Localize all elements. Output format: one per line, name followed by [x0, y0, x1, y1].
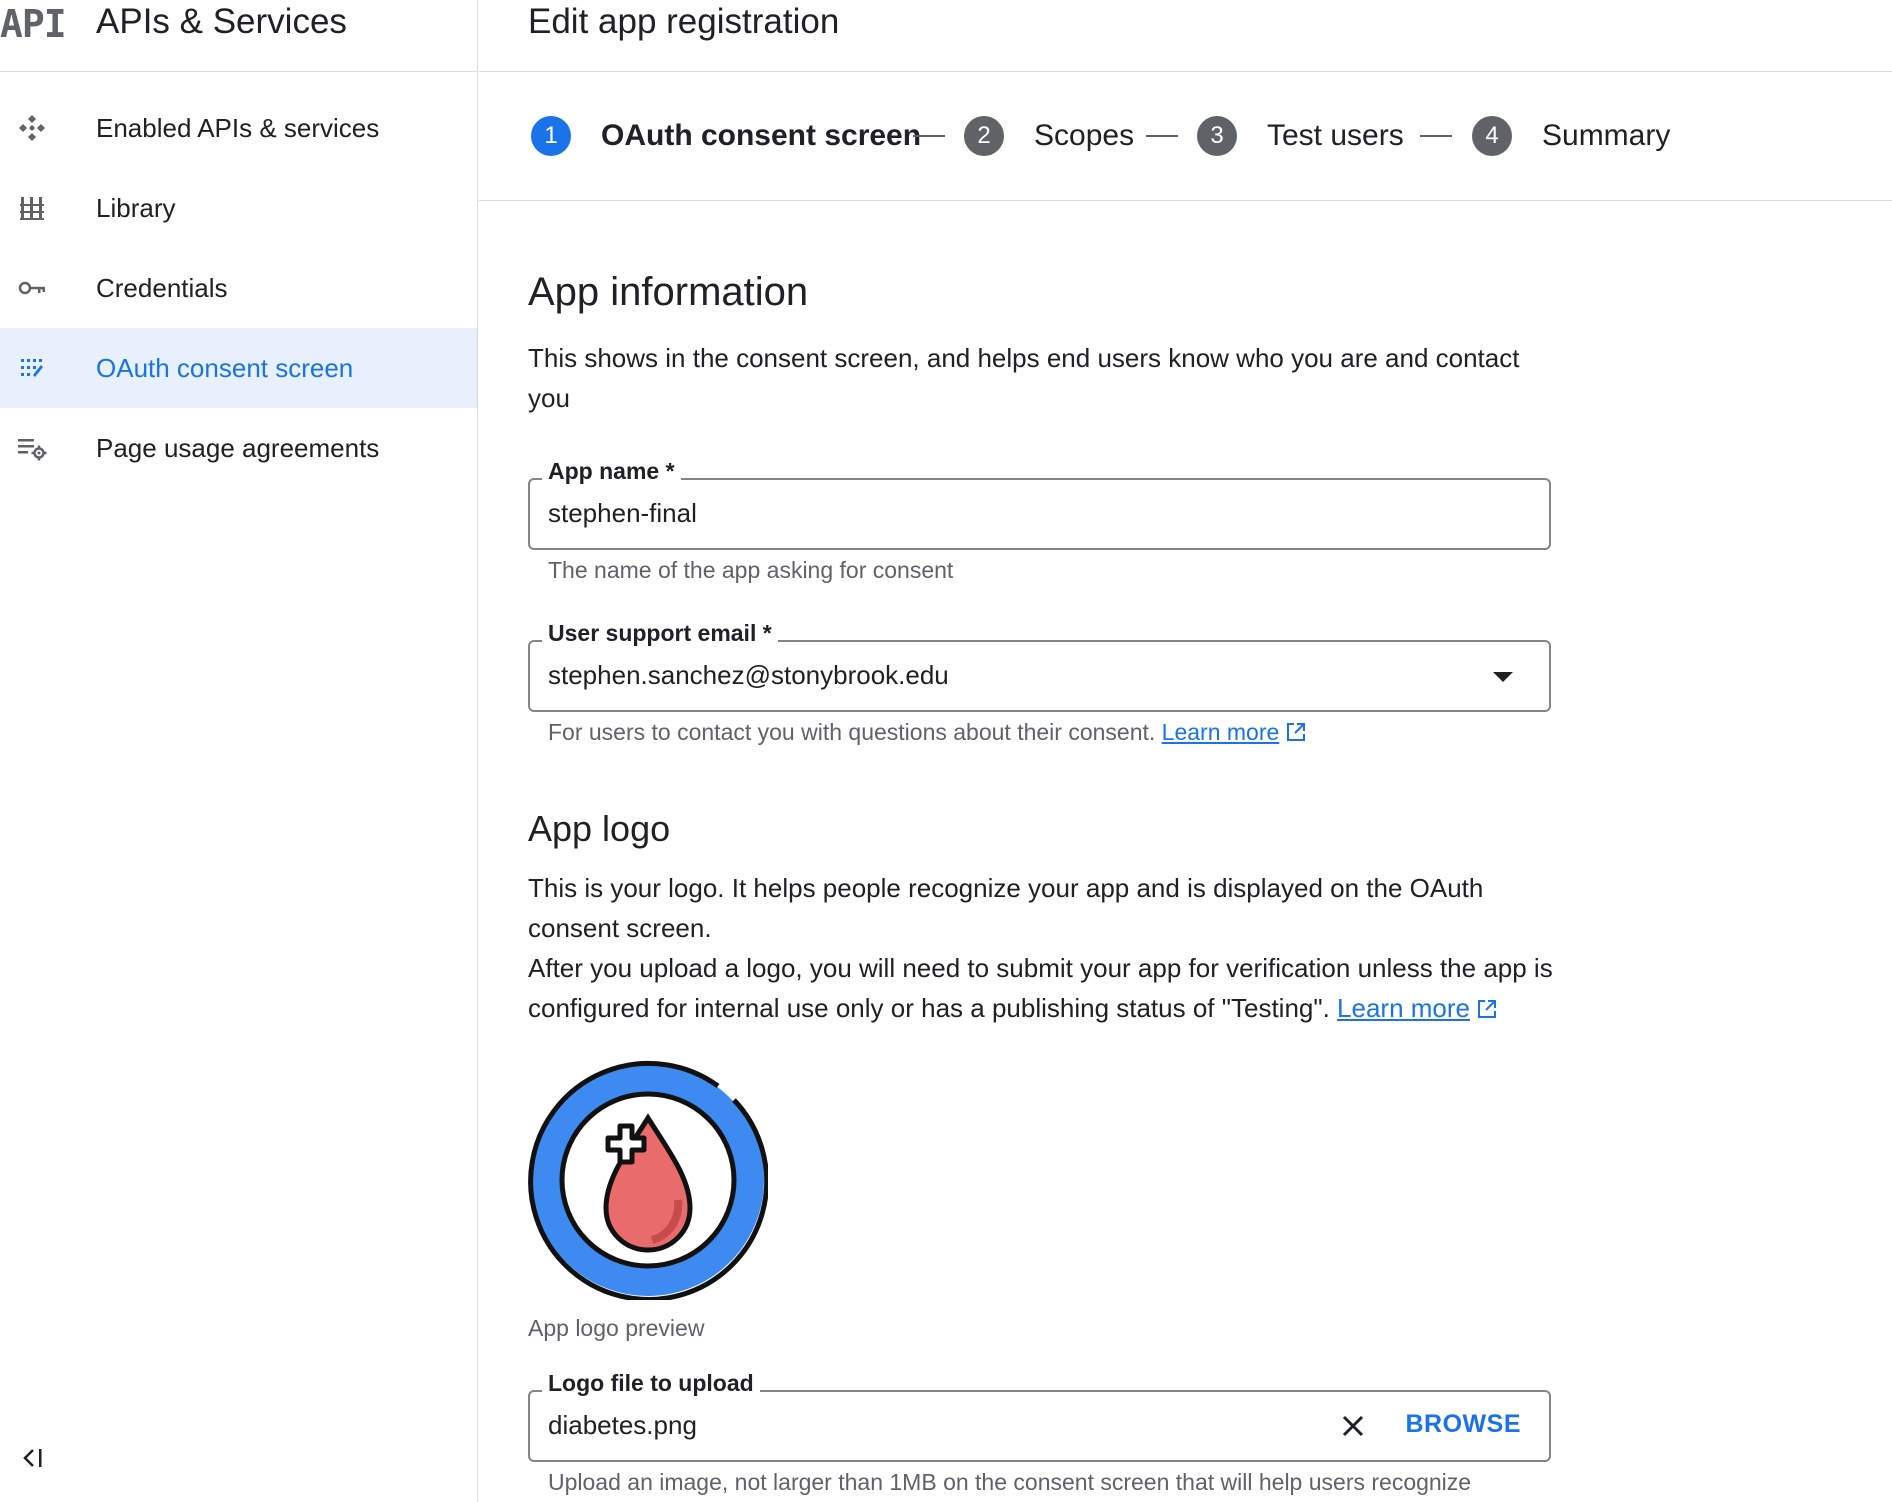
sidebar-item-label: Library — [96, 192, 176, 223]
step-label: Test users — [1267, 119, 1404, 152]
sidebar-item-library[interactable]: Library — [0, 168, 477, 248]
user-support-email-hint: For users to contact you with questions … — [548, 719, 1307, 746]
step-scopes[interactable]: 2 Scopes — [964, 116, 1134, 156]
app-name-label: App name * — [542, 458, 681, 485]
step-label: Summary — [1542, 119, 1671, 152]
key-icon — [14, 270, 50, 306]
blood-drop-logo — [528, 1060, 770, 1302]
collapse-sidebar-button[interactable] — [14, 1440, 50, 1476]
logo-file-label: Logo file to upload — [542, 1370, 760, 1397]
oauth-consent-icon — [14, 350, 50, 386]
external-link-icon — [1287, 723, 1306, 741]
app-logo-description-2: After you upload a logo, you will need t… — [528, 948, 1568, 1028]
logo-file-input[interactable]: diabetes.png — [548, 1410, 697, 1441]
library-icon — [14, 190, 50, 226]
dropdown-arrow-icon[interactable] — [1493, 672, 1513, 682]
sidebar-item-label: OAuth consent screen — [96, 352, 354, 383]
sidebar-header: API APIs & Services — [0, 0, 477, 72]
settings-list-icon — [14, 430, 50, 466]
close-icon — [1342, 1415, 1364, 1437]
logo-file-field[interactable]: Logo file to upload diabetes.png BROWSE — [528, 1370, 1551, 1462]
step-number: 2 — [964, 116, 1004, 156]
sidebar-item-label: Enabled APIs & services — [96, 112, 380, 143]
app-information-description: This shows in the consent screen, and he… — [528, 343, 1520, 413]
step-number: 1 — [531, 116, 571, 156]
sidebar-nav: Enabled APIs & services Library Credenti… — [0, 88, 477, 488]
app-logo-description: This is your logo. It helps people recog… — [528, 868, 1568, 1028]
app-logo-heading: App logo — [528, 808, 671, 849]
page-title: Edit app registration — [528, 2, 840, 41]
step-separator — [1146, 135, 1178, 137]
app-information-heading: App information — [528, 270, 809, 314]
step-oauth-consent-screen[interactable]: 1 OAuth consent screen — [531, 116, 921, 156]
sidebar-item-label: Credentials — [96, 272, 228, 303]
logo-file-hint: Upload an image, not larger than 1MB on … — [548, 1469, 1472, 1495]
enabled-apis-icon — [14, 110, 50, 146]
step-label: OAuth consent screen — [601, 119, 922, 152]
step-separator — [1420, 135, 1452, 137]
api-logo: API — [0, 2, 67, 46]
learn-more-link[interactable]: Learn more — [1337, 993, 1470, 1023]
sidebar-item-enabled-apis[interactable]: Enabled APIs & services — [0, 88, 477, 168]
app-logo-description-1: This is your logo. It helps people recog… — [528, 873, 1484, 943]
learn-more-link[interactable]: Learn more — [1162, 719, 1280, 745]
step-label: Scopes — [1034, 119, 1135, 152]
page-header: Edit app registration — [479, 0, 1892, 72]
product-name: APIs & Services — [96, 2, 347, 41]
app-name-field[interactable]: App name * stephen-final — [528, 458, 1551, 550]
user-support-email-label: User support email * — [542, 620, 778, 647]
external-link-icon — [1478, 1000, 1497, 1018]
sidebar-item-oauth-consent-screen[interactable]: OAuth consent screen — [0, 328, 477, 408]
browse-button[interactable]: BROWSE — [1406, 1410, 1522, 1439]
user-support-email-select[interactable]: stephen.sanchez@stonybrook.edu — [548, 660, 949, 691]
app-logo-preview-caption: App logo preview — [528, 1315, 705, 1341]
collapse-icon — [23, 1449, 42, 1467]
clear-file-button[interactable] — [1335, 1408, 1371, 1444]
app-logo-preview — [528, 1060, 770, 1302]
sidebar-item-label: Page usage agreements — [96, 432, 380, 463]
sidebar: API APIs & Services Enabled APIs & servi… — [0, 0, 478, 1502]
app-name-hint: The name of the app asking for consent — [548, 557, 954, 583]
step-number: 4 — [1472, 116, 1512, 156]
step-number: 3 — [1197, 116, 1237, 156]
sidebar-item-credentials[interactable]: Credentials — [0, 248, 477, 328]
step-separator — [913, 135, 945, 137]
user-support-email-field[interactable]: User support email * stephen.sanchez@sto… — [528, 620, 1551, 712]
hint-text: For users to contact you with questions … — [548, 719, 1156, 745]
app-name-input[interactable]: stephen-final — [548, 498, 697, 529]
step-test-users[interactable]: 3 Test users — [1197, 116, 1404, 156]
main-content: Edit app registration 1 OAuth consent sc… — [479, 0, 1892, 1502]
step-summary[interactable]: 4 Summary — [1472, 116, 1670, 156]
sidebar-item-page-usage-agreements[interactable]: Page usage agreements — [0, 408, 477, 488]
stepper: 1 OAuth consent screen 2 Scopes 3 Test u… — [479, 72, 1892, 201]
